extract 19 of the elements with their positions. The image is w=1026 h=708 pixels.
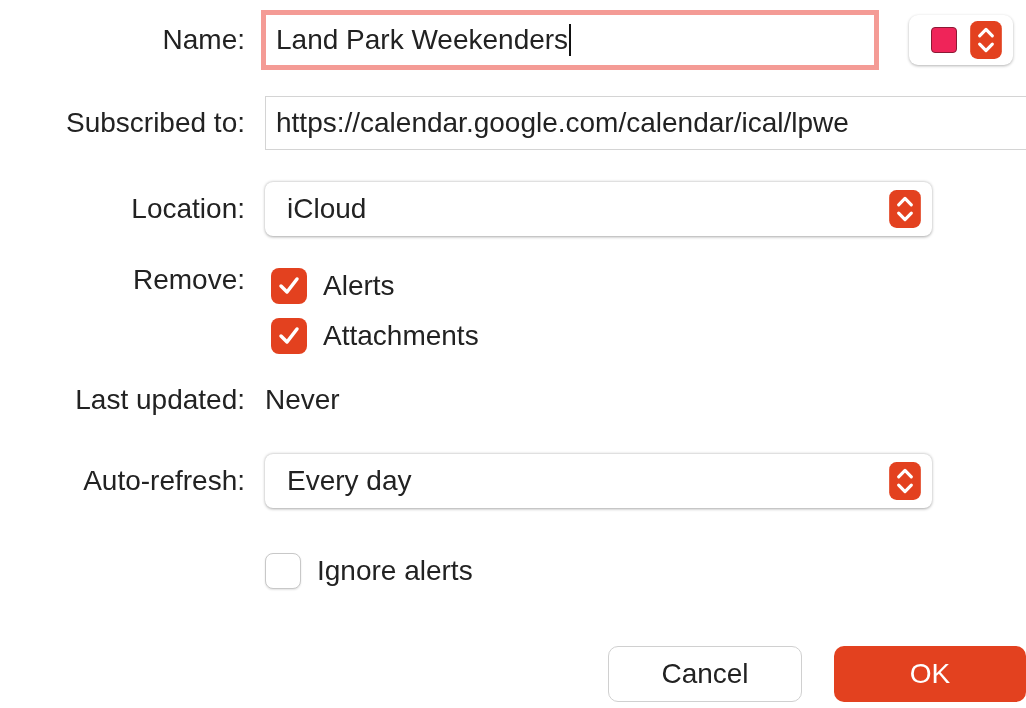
location-popup[interactable]: iCloud — [265, 182, 932, 236]
auto-refresh-popup[interactable]: Every day — [265, 454, 932, 508]
field-label: Location: — [131, 193, 245, 225]
field-label: Last updated: — [75, 384, 245, 416]
last-updated-value: Never — [265, 384, 341, 416]
checkbox[interactable] — [265, 553, 301, 589]
text-cursor — [569, 24, 572, 56]
checkbox-label: Alerts — [323, 270, 395, 302]
field-label: Auto-refresh: — [83, 465, 245, 497]
checkbox-label: Ignore alerts — [317, 555, 473, 587]
url-field[interactable]: https://calendar.google.com/calendar/ical/lpwe — [265, 96, 1026, 150]
cancel-button[interactable]: Cancel — [608, 646, 802, 702]
checkbox[interactable] — [271, 268, 307, 304]
checkbox-label: Attachments — [323, 320, 479, 352]
field-label: Subscribed to: — [66, 107, 245, 139]
checkbox[interactable] — [271, 318, 307, 354]
field-label: Name: — [162, 24, 245, 56]
ok-button[interactable]: OK — [834, 646, 1026, 702]
field-label: Remove: — [132, 264, 245, 296]
